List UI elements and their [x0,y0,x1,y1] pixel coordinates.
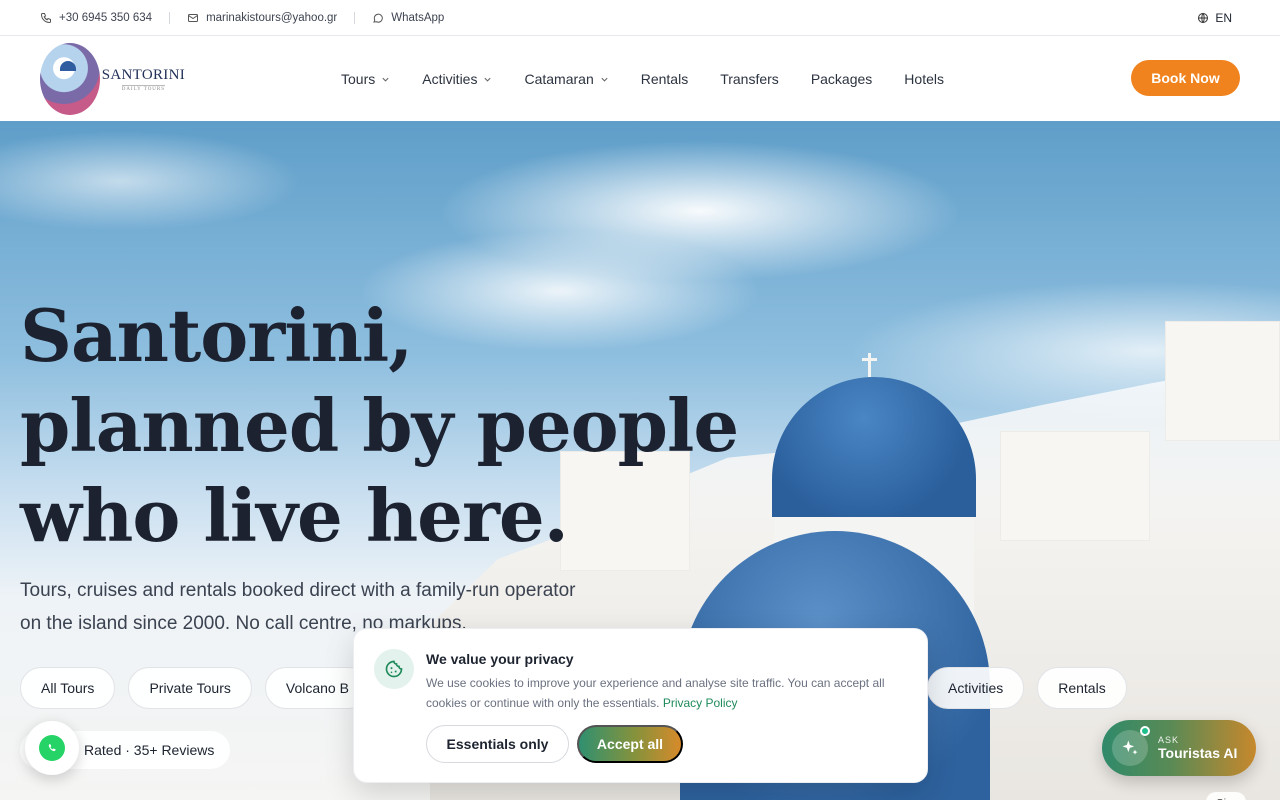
whatsapp-icon [39,735,65,761]
cookie-text: We use cookies to improve your experienc… [426,676,885,710]
accept-all-button[interactable]: Accept all [577,725,683,763]
top-contact-bar: +30 6945 350 634 marinakistours@yahoo.gr… [0,0,1280,36]
chevron-down-icon [484,77,492,82]
chip-activities[interactable]: Activities [927,667,1025,709]
chevron-down-icon [601,77,608,82]
phone-number: +30 6945 350 634 [59,11,153,24]
location-chip[interactable]: Oia [1206,792,1246,800]
nav-item-rentals[interactable]: Rentals [641,71,688,87]
background-building [1165,321,1280,441]
chip-rentals[interactable]: Rentals [1037,667,1127,709]
ask-ai-text: ASK Touristas AI [1158,735,1237,761]
hero-title: Santorini, planned by people who live he… [20,293,739,558]
whatsapp-contact[interactable]: WhatsApp [372,12,444,24]
blue-dome [772,377,976,517]
phone-contact[interactable]: +30 6945 350 634 [40,12,152,24]
nav-item-label: Rentals [640,71,689,87]
sparkle-icon [1112,726,1150,766]
whatsapp-button[interactable] [25,721,79,775]
nav-item-catamaran[interactable]: Catamaran [524,71,608,87]
nav-item-label: Hotels [904,71,944,87]
logo-emblem [40,43,100,115]
essentials-only-button[interactable]: Essentials only [426,725,569,763]
nav-item-packages[interactable]: Packages [811,71,872,87]
divider [169,11,171,24]
logo-title: SANTORINI [101,66,185,83]
email-address: marinakistours@yahoo.gr [206,11,338,24]
chevron-down-icon [382,77,389,82]
cookie-consent-dialog: We value your privacy We use cookies to … [353,628,928,783]
background-building [1000,431,1150,541]
divider [354,11,356,24]
nav-item-transfers[interactable]: Transfers [720,71,779,87]
cookie-title: We value your privacy [426,651,574,667]
book-now-button[interactable]: Book Now [1131,60,1240,96]
email-contact[interactable]: marinakistours@yahoo.gr [187,12,337,24]
nav-item-label: Packages [810,71,873,87]
globe-icon [1198,12,1209,23]
nav-item-tours[interactable]: Tours [341,71,390,87]
nav-item-hotels[interactable]: Hotels [904,71,944,87]
online-indicator [1140,726,1150,736]
language-code: EN [1215,10,1232,25]
logo-subtitle: DAILY TOURS [121,84,166,92]
category-chips-right: Activities Rentals [927,667,1127,709]
mail-icon [188,13,199,22]
nav-item-label: Catamaran [524,71,594,87]
logo-wordmark: SANTORINI DAILY TOURS [102,67,185,92]
whatsapp-label: WhatsApp [391,11,445,24]
phone-icon [40,12,51,23]
main-header: SANTORINI DAILY TOURS Tours Activities C… [0,37,1280,121]
chip-all-tours[interactable]: All Tours [20,667,116,709]
nav-item-label: Activities [422,71,478,87]
privacy-policy-link[interactable]: Privacy Policy [663,696,738,710]
chip-private-tours[interactable]: Private Tours [128,667,252,709]
nav-item-label: Transfers [720,71,779,87]
main-nav: Tours Activities Catamaran Rentals Trans… [341,37,944,121]
language-selector[interactable]: EN [1197,11,1232,25]
cookie-icon [374,649,414,689]
chat-icon [373,13,384,23]
category-chips: All Tours Private Tours Volcano B [20,667,370,709]
nav-item-label: Tours [341,71,376,87]
ask-ai-button[interactable]: ASK Touristas AI [1102,720,1256,776]
nav-item-activities[interactable]: Activities [422,71,492,87]
site-logo[interactable]: SANTORINI DAILY TOURS [40,41,185,117]
church-cross [862,353,877,377]
cookie-description: We use cookies to improve your experienc… [426,673,906,713]
ask-ai-eyebrow: ASK [1158,735,1180,745]
ask-ai-label: Touristas AI [1158,745,1238,761]
